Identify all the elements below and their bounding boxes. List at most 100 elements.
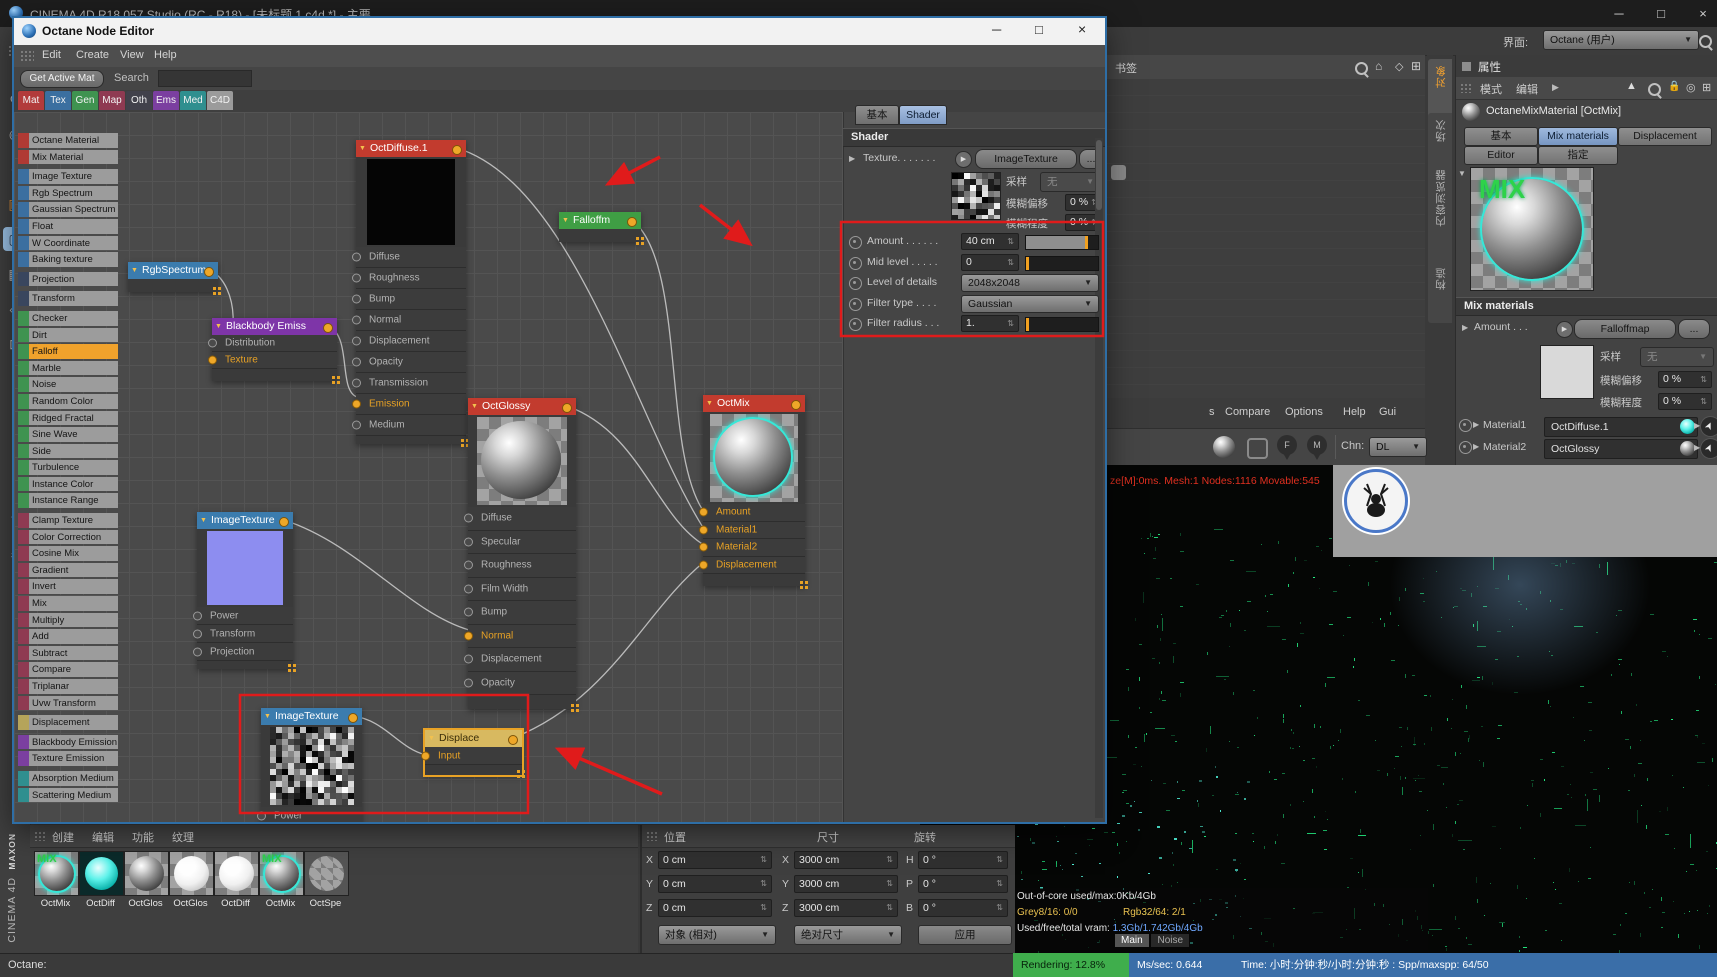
param-value-1[interactable]: 0 ⇅: [961, 253, 1019, 271]
port-roughness[interactable]: Roughness: [464, 554, 576, 578]
slider-tick[interactable]: [1026, 256, 1030, 270]
list-item[interactable]: Gaussian Spectrum: [18, 202, 118, 218]
search-input[interactable]: [158, 70, 252, 87]
editor-menu-help[interactable]: Help: [154, 49, 177, 61]
category-tab-tex[interactable]: Tex: [45, 91, 71, 110]
port-diffuse[interactable]: Diffuse: [352, 247, 466, 268]
param-value-2[interactable]: 2048x2048 ▼: [961, 274, 1099, 292]
output-port[interactable]: [323, 323, 333, 333]
resize-grip-icon[interactable]: [571, 704, 574, 707]
list-item[interactable]: Image Texture: [18, 169, 118, 185]
material-tile[interactable]: OctSpe: [304, 851, 349, 909]
size-input[interactable]: 3000 cm ⇅: [794, 851, 898, 869]
list-item[interactable]: Rgb Spectrum: [18, 185, 118, 202]
target-icon[interactable]: ◎: [1686, 81, 1696, 94]
pick-cursor-button[interactable]: ➤: [1696, 412, 1717, 441]
size-input[interactable]: 3000 cm ⇅: [794, 899, 898, 917]
port-dot[interactable]: [352, 315, 361, 325]
port-dot[interactable]: [193, 647, 202, 656]
texture-shader-button[interactable]: ImageTexture: [975, 149, 1077, 169]
add-panel-icon[interactable]: ⊞: [1702, 81, 1711, 94]
viewer-menu-clipped[interactable]: s: [1209, 406, 1215, 418]
port-dot[interactable]: [464, 631, 473, 641]
material-tile[interactable]: MIX OctMix: [34, 851, 79, 909]
material-ball-icon[interactable]: [1213, 436, 1235, 458]
focus-pin-icon[interactable]: F: [1277, 435, 1297, 460]
port-input[interactable]: Input: [421, 747, 522, 765]
collapse-icon[interactable]: ▼: [359, 140, 366, 157]
list-item[interactable]: Color Correction: [18, 529, 118, 546]
port-opacity[interactable]: Opacity: [352, 352, 466, 373]
browser-menu-0[interactable]: 创建: [52, 829, 74, 845]
attr-tab-0[interactable]: 基本: [1464, 127, 1538, 146]
node-octmix[interactable]: ▼ OctMix Amount Material1 Material2 Displacem…: [699, 395, 805, 586]
minimize-button[interactable]: ─: [992, 22, 1001, 37]
node-octglossy[interactable]: ▼ OctGlossy Diffuse Specular Roughness Film W…: [464, 398, 576, 709]
port-normal[interactable]: Normal: [352, 310, 466, 331]
node-header[interactable]: ▼ OctGlossy: [468, 398, 576, 415]
editor-menu-edit[interactable]: Edit: [42, 49, 61, 61]
object-icon[interactable]: [1111, 165, 1126, 180]
port-roughness[interactable]: Roughness: [352, 268, 466, 289]
output-port[interactable]: [627, 217, 637, 227]
drag-handle-icon[interactable]: [1460, 83, 1473, 93]
list-item[interactable]: Absorption Medium: [18, 770, 118, 787]
channel-dropdown[interactable]: DL ▼: [1369, 437, 1427, 457]
drag-handle-icon[interactable]: [20, 50, 34, 61]
node-displace[interactable]: ▼ Displace Input: [421, 728, 524, 777]
port-emission[interactable]: Emission: [352, 394, 466, 415]
collapse-icon[interactable]: ▼: [562, 212, 569, 229]
category-tab-c4d[interactable]: C4D: [207, 91, 233, 110]
material-tile[interactable]: MIX OctMix: [259, 851, 304, 909]
pos-input[interactable]: 0 cm ⇅: [658, 851, 772, 869]
port-dot[interactable]: [193, 611, 202, 620]
port-dot[interactable]: [193, 629, 202, 638]
viewer-menu-options[interactable]: Options: [1285, 406, 1323, 418]
param-slider-4[interactable]: [1025, 317, 1099, 332]
amount-shader-button[interactable]: Falloffmap: [1574, 319, 1676, 339]
category-tab-med[interactable]: Med: [180, 91, 206, 110]
output-port[interactable]: [279, 517, 289, 527]
material-thumb[interactable]: [304, 851, 349, 896]
port-material1[interactable]: Material1: [699, 521, 805, 539]
list-item[interactable]: Triplanar: [18, 679, 118, 695]
expand-icon[interactable]: ▶: [1473, 442, 1479, 451]
port-normal[interactable]: Normal: [464, 624, 576, 648]
slider-tick[interactable]: [1085, 236, 1089, 249]
port-diffuse[interactable]: Diffuse: [464, 507, 576, 531]
port-transform[interactable]: Transform: [193, 625, 293, 643]
list-item[interactable]: Multiply: [18, 612, 118, 629]
port-dot[interactable]: [352, 294, 361, 304]
attr-tab-1[interactable]: Mix materials: [1538, 127, 1618, 146]
port-dot[interactable]: [699, 560, 708, 570]
list-item[interactable]: Texture Emission: [18, 751, 118, 767]
resize-grip-icon[interactable]: [288, 664, 291, 667]
blur-offset-field[interactable]: 0 %⇅: [1658, 371, 1712, 388]
minimize-button[interactable]: ─: [1600, 0, 1638, 27]
collapse-icon[interactable]: ▼: [706, 395, 713, 412]
close-button[interactable]: ×: [1078, 21, 1086, 37]
port-dot[interactable]: [352, 357, 361, 367]
material-tile[interactable]: OctGlos: [169, 851, 214, 909]
resize-grip-icon[interactable]: [636, 237, 639, 240]
port-dot[interactable]: [208, 355, 217, 365]
add-panel-icon[interactable]: ⊞: [1411, 59, 1421, 73]
list-item[interactable]: Random Color: [18, 393, 118, 410]
output-port[interactable]: [508, 735, 518, 745]
slider-tick[interactable]: [1026, 318, 1030, 331]
tab-noise[interactable]: Noise: [1151, 934, 1190, 947]
node-header[interactable]: ▼ ImageTexture: [261, 708, 362, 725]
material-preview[interactable]: MIX: [1470, 167, 1594, 291]
list-item[interactable]: Ridged Fractal: [18, 410, 118, 427]
port-dot[interactable]: [464, 654, 473, 664]
param-value-4[interactable]: 1. ⇅: [961, 315, 1019, 332]
resize-grip-icon[interactable]: [213, 287, 216, 290]
vertical-tab-3[interactable]: 构造: [1428, 261, 1452, 323]
chevron-right-icon[interactable]: ▶: [1552, 82, 1559, 93]
list-item[interactable]: Subtract: [18, 645, 118, 662]
editor-menu-create[interactable]: Create: [76, 49, 109, 61]
param-enable-2[interactable]: [849, 277, 862, 290]
port-power[interactable]: Power: [257, 807, 362, 822]
maximize-button[interactable]: □: [1642, 0, 1680, 27]
expand-icon[interactable]: ▶: [1473, 420, 1479, 429]
